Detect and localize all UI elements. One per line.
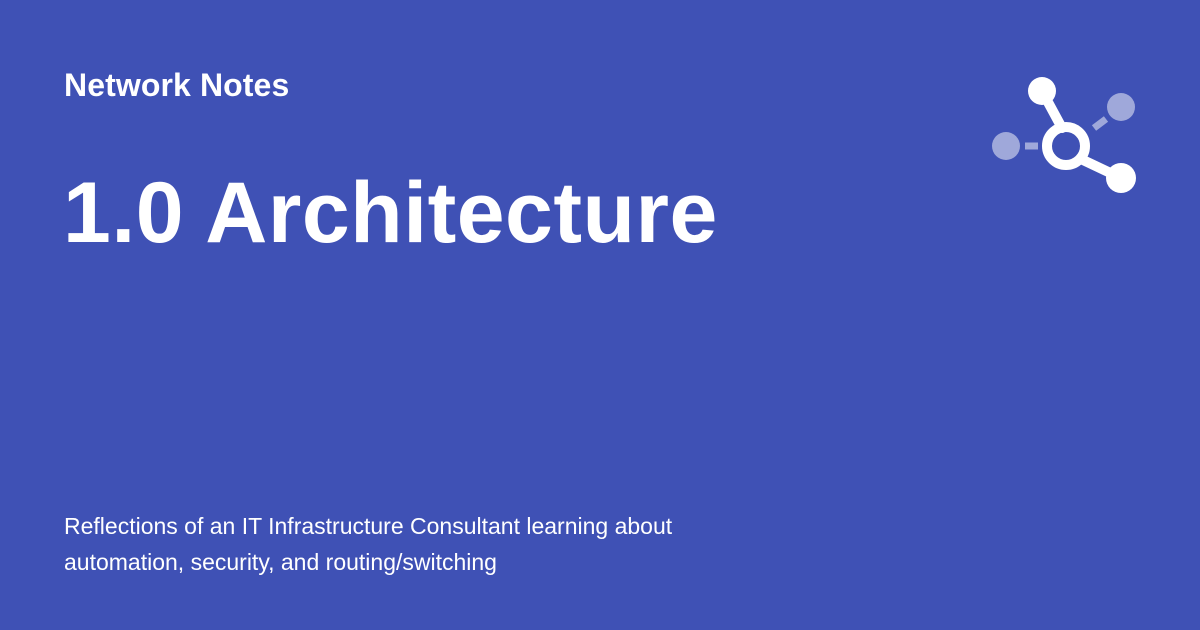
- main-node-top: [1028, 77, 1056, 105]
- network-hub-icon: [992, 77, 1136, 193]
- faded-node-right: [1107, 93, 1135, 121]
- site-description: Reflections of an IT Infrastructure Cons…: [64, 513, 673, 575]
- social-preview-card: Network Notes 1.0 Architecture Reflectio…: [0, 0, 1200, 630]
- main-node-bottom: [1106, 163, 1136, 193]
- faded-node-left: [992, 132, 1020, 160]
- hub-ring: [1042, 122, 1090, 170]
- page-title: 1.0 Architecture: [63, 165, 718, 261]
- site-name: Network Notes: [64, 67, 290, 103]
